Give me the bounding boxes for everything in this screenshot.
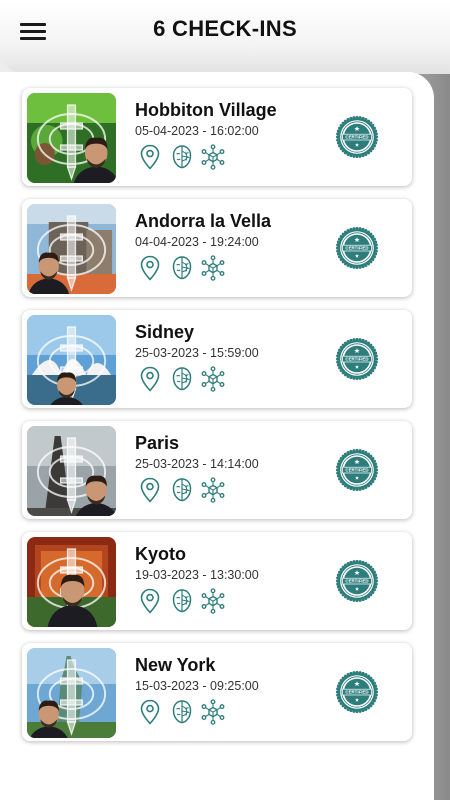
checkin-datetime: 15-03-2023 - 09:25:00 [135, 679, 259, 693]
checkin-card[interactable]: Paris 25-03-2023 - 14:14:00 CERTIFIED [22, 421, 412, 519]
checkin-card[interactable]: Hobbiton Village 05-04-2023 - 16:02:00 C… [22, 88, 412, 186]
checkin-card[interactable]: Sidney 25-03-2023 - 15:59:00 CERTIFIED [22, 310, 412, 408]
blockchain-icon [201, 477, 225, 503]
svg-text:CERTIFIED: CERTIFIED [345, 357, 368, 362]
checkin-place: Kyoto [135, 544, 186, 564]
certified-badge-icon: CERTIFIED [335, 337, 379, 381]
checkin-card[interactable]: New York 15-03-2023 - 09:25:00 CERTIFIED [22, 643, 412, 741]
location-pin-icon [139, 699, 161, 725]
checkin-card[interactable]: Kyoto 19-03-2023 - 13:30:00 CERTIFIED [22, 532, 412, 630]
checkin-datetime: 25-03-2023 - 15:59:00 [135, 346, 259, 360]
paris-eiffel-tower-selfie-photo [27, 426, 116, 516]
checkin-datetime: 05-04-2023 - 16:02:00 [135, 124, 259, 138]
location-pin-icon [139, 144, 161, 170]
svg-text:CERTIFIED: CERTIFIED [345, 468, 368, 473]
andorra-selfie-photo [27, 204, 116, 294]
location-pin-icon [139, 366, 161, 392]
blockchain-icon [201, 255, 225, 281]
new-york-statue-of-liberty-selfie-photo [27, 648, 116, 738]
face-recognition-icon [170, 144, 192, 170]
sidney-opera-house-selfie-photo [27, 315, 116, 405]
certified-badge-icon: CERTIFIED [335, 448, 379, 492]
hobbiton-selfie-photo [27, 93, 116, 183]
blockchain-icon [201, 699, 225, 725]
location-pin-icon [139, 588, 161, 614]
svg-text:CERTIFIED: CERTIFIED [345, 246, 368, 251]
app-header: 6 CHECK-INS [0, 0, 450, 74]
blockchain-icon [201, 588, 225, 614]
blockchain-icon [201, 144, 225, 170]
svg-text:CERTIFIED: CERTIFIED [345, 690, 368, 695]
svg-text:CERTIFIED: CERTIFIED [345, 135, 368, 140]
face-recognition-icon [170, 588, 192, 614]
checkin-datetime: 04-04-2023 - 19:24:00 [135, 235, 259, 249]
checkin-datetime: 25-03-2023 - 14:14:00 [135, 457, 259, 471]
face-recognition-icon [170, 699, 192, 725]
certified-badge-icon: CERTIFIED [335, 559, 379, 603]
checkin-list: Hobbiton Village 05-04-2023 - 16:02:00 C… [0, 72, 434, 800]
certified-badge-icon: CERTIFIED [335, 226, 379, 270]
svg-text:CERTIFIED: CERTIFIED [345, 579, 368, 584]
certified-badge-icon: CERTIFIED [335, 670, 379, 714]
checkin-place: Hobbiton Village [135, 100, 277, 120]
checkin-place: New York [135, 655, 216, 675]
face-recognition-icon [170, 255, 192, 281]
blockchain-icon [201, 366, 225, 392]
page-title: 6 CHECK-INS [153, 16, 297, 41]
face-recognition-icon [170, 366, 192, 392]
certified-badge-icon: CERTIFIED [335, 115, 379, 159]
kyoto-selfie-photo [27, 537, 116, 627]
checkin-place: Andorra la Vella [135, 211, 272, 231]
checkin-card[interactable]: Andorra la Vella 04-04-2023 - 19:24:00 C… [22, 199, 412, 297]
checkin-place: Sidney [135, 322, 195, 342]
checkin-place: Paris [135, 433, 180, 453]
checkin-datetime: 19-03-2023 - 13:30:00 [135, 568, 259, 582]
face-recognition-icon [170, 477, 192, 503]
location-pin-icon [139, 477, 161, 503]
location-pin-icon [139, 255, 161, 281]
